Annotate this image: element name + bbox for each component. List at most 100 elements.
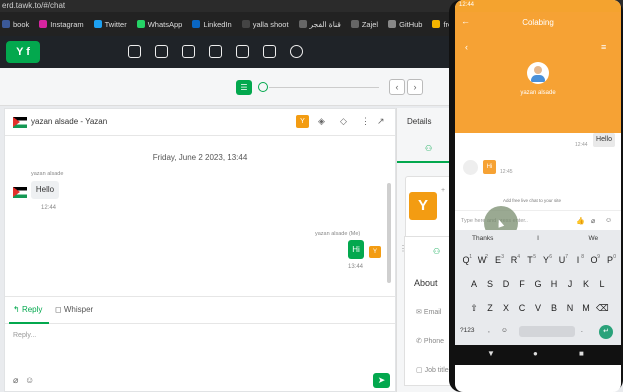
keyboard-key[interactable]: P0 — [604, 252, 616, 269]
keyboard-key[interactable]: R4 — [508, 252, 520, 269]
keyboard-key[interactable]: X — [500, 300, 512, 317]
add-free-chat-link[interactable]: Add free live chat to your site — [503, 198, 561, 203]
more-icon[interactable]: ⋮ — [361, 116, 370, 127]
key-label: J — [567, 279, 573, 289]
thumbs-up-icon[interactable]: 👍 — [576, 217, 585, 225]
keyboard-key[interactable]: A — [468, 276, 480, 293]
widget-back-icon[interactable]: ‹ — [465, 42, 468, 52]
keyboard-key[interactable]: S — [484, 276, 496, 293]
symbols-key[interactable]: ?123 — [460, 327, 474, 334]
send-button[interactable]: ➤ — [373, 373, 390, 388]
phone-row[interactable]: ✆ Phone — [416, 337, 444, 345]
key-label: A — [470, 279, 477, 289]
person-icon[interactable]: ⚇ — [425, 144, 432, 153]
keyboard-key[interactable]: E3 — [492, 252, 504, 269]
book-icon[interactable] — [209, 45, 222, 58]
label-icon[interactable]: ◇ — [340, 116, 347, 127]
bookmark-item[interactable]: قناة الفجر — [298, 20, 341, 29]
emoji-key-icon[interactable]: ☺ — [501, 327, 508, 334]
keyboard-key[interactable]: W2 — [476, 252, 488, 269]
bookmark-item[interactable]: book — [2, 20, 29, 29]
key-label: H — [550, 279, 558, 289]
keyboard-key[interactable]: T5 — [524, 252, 536, 269]
bookmark-icon — [432, 20, 441, 28]
tag-icon[interactable]: ◈ — [318, 116, 325, 127]
keyboard-key[interactable]: O9 — [588, 252, 600, 269]
bookmark-item[interactable]: LinkedIn — [192, 20, 232, 29]
nav-back-icon[interactable]: ▼ — [487, 349, 495, 358]
visitor-avatar-icon — [527, 62, 549, 84]
app-logo[interactable]: Y f — [6, 41, 40, 63]
slider-track[interactable] — [269, 87, 379, 88]
attach-icon-phone[interactable]: ⌀ — [591, 217, 595, 225]
palestine-flag-icon — [13, 117, 27, 128]
slider-handle[interactable] — [258, 82, 268, 92]
emoji-icon[interactable]: ☺ — [25, 375, 34, 385]
keyboard-key[interactable]: G — [532, 276, 544, 293]
keyboard-key[interactable]: Z — [484, 300, 496, 317]
tab-reply[interactable]: ↰ Reply — [13, 305, 42, 314]
keyboard-key[interactable]: K — [580, 276, 592, 293]
next-arrow-icon[interactable]: › — [407, 79, 423, 95]
space-key[interactable] — [519, 326, 575, 337]
bookmark-item[interactable]: Twitter — [93, 20, 127, 29]
keyboard-key[interactable]: N — [564, 300, 576, 317]
comma-key[interactable]: , — [488, 327, 490, 334]
suggestion-item[interactable]: We — [566, 235, 621, 242]
key-number-hint: 7 — [565, 254, 568, 260]
keyboard-key[interactable]: C — [516, 300, 528, 317]
open-external-icon[interactable]: ↗ — [377, 116, 385, 127]
phone-status-bar: 12:44 — [455, 0, 621, 12]
chat-date: Friday, June 2 2023, 13:44 — [152, 153, 248, 162]
nav-home-icon[interactable]: ● — [533, 349, 538, 358]
widget-menu-icon[interactable]: ≡ — [601, 42, 606, 52]
inbox-icon[interactable] — [155, 45, 168, 58]
period-key[interactable]: . — [581, 327, 583, 334]
key-label: L — [599, 279, 605, 289]
attach-icon[interactable]: ⌀ — [13, 375, 18, 386]
shift-key-icon[interactable]: ⇧ — [468, 300, 480, 317]
key-label: Z — [487, 303, 493, 313]
keyboard-key[interactable]: Q1 — [460, 252, 472, 269]
suggestion-item[interactable]: I — [510, 235, 565, 242]
addons-icon[interactable] — [263, 45, 276, 58]
keyboard-key[interactable]: B — [548, 300, 560, 317]
suggestion-item[interactable]: Thanks — [455, 235, 510, 242]
nav-recents-icon[interactable]: ■ — [579, 349, 584, 358]
keyboard-key[interactable]: J — [564, 276, 576, 293]
bookmark-icon — [298, 20, 307, 28]
keyboard-key[interactable]: I8 — [572, 252, 584, 269]
keyboard-key[interactable]: L — [596, 276, 608, 293]
bookmark-icon — [192, 20, 201, 28]
list-view-icon[interactable]: ☰ — [236, 80, 252, 95]
outgoing-time: 13:44 — [348, 264, 364, 270]
keyboard-key[interactable]: U7 — [556, 252, 568, 269]
bookmark-item[interactable]: yalla shoot — [241, 20, 289, 29]
job-title-row[interactable]: ▢ Job title — [416, 366, 449, 374]
key-label: N — [566, 303, 574, 313]
contacts-icon[interactable] — [182, 45, 195, 58]
bookmark-item[interactable]: Instagram — [39, 20, 84, 29]
add-icon[interactable]: + — [441, 187, 445, 194]
backspace-key-icon[interactable]: ⌫ — [596, 300, 609, 317]
enter-key-icon[interactable]: ↵ — [599, 325, 613, 339]
reports-icon[interactable] — [236, 45, 249, 58]
keyboard-key[interactable]: D — [500, 276, 512, 293]
settings-icon[interactable] — [290, 45, 303, 58]
bookmark-item[interactable]: WhatsApp — [136, 20, 182, 29]
keyboard-key[interactable]: H — [548, 276, 560, 293]
bookmark-item[interactable]: GitHub — [388, 20, 422, 29]
chat-scrollbar[interactable] — [387, 183, 391, 283]
prev-arrow-icon[interactable]: ‹ — [389, 79, 405, 95]
contact-icon[interactable]: ⚇ — [433, 247, 440, 256]
keyboard-key[interactable]: Y6 — [540, 252, 552, 269]
tab-whisper[interactable]: ◻ Whisper — [55, 305, 93, 314]
email-row[interactable]: ✉ Email — [416, 308, 441, 316]
keyboard-key[interactable]: V — [532, 300, 544, 317]
keyboard-key[interactable]: M — [580, 300, 592, 317]
home-icon[interactable] — [128, 45, 141, 58]
reply-input[interactable]: Reply... — [13, 332, 36, 339]
keyboard-key[interactable]: F — [516, 276, 528, 293]
bookmark-item[interactable]: Zajel — [350, 20, 378, 29]
emoji-icon-phone[interactable]: ☺ — [605, 217, 612, 224]
